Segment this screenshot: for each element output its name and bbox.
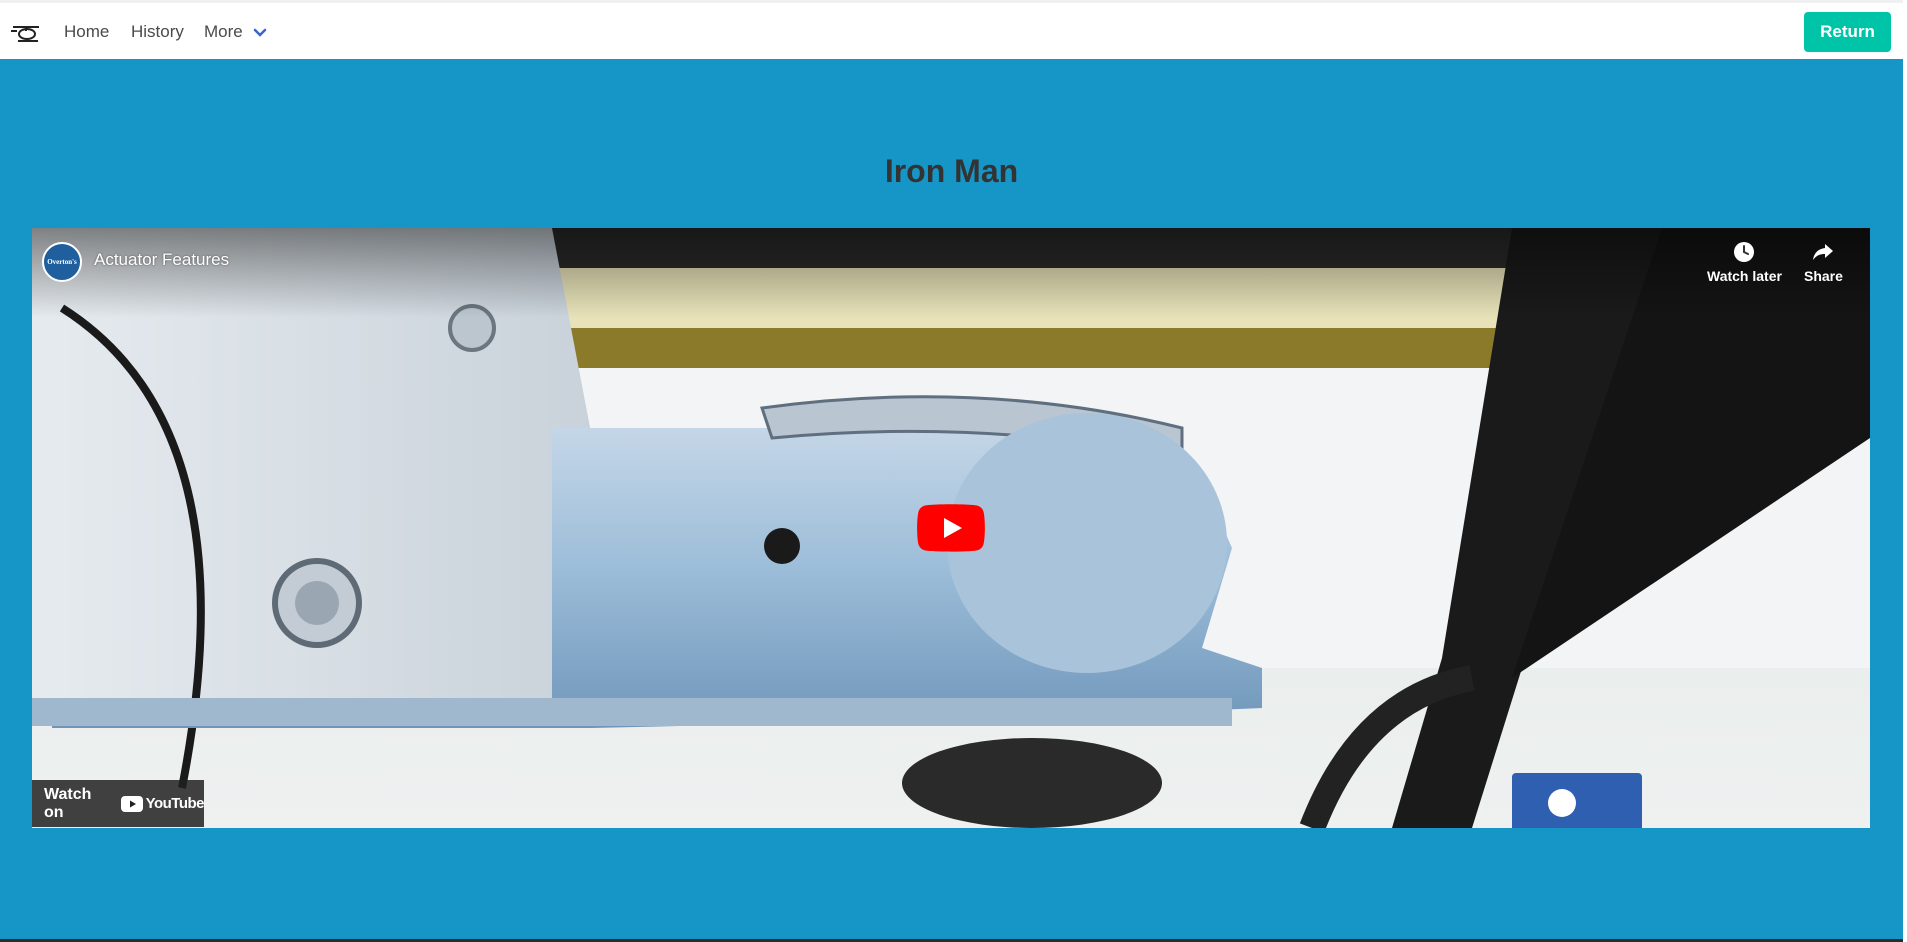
top-gradient-overlay [32,228,1870,318]
clock-icon [1734,242,1755,262]
watch-on-youtube-button[interactable]: Watch on YouTube [32,780,205,827]
nav-home-link[interactable]: Home [64,22,109,42]
watch-on-label: Watch on [44,785,92,821]
page-title: Iron Man [884,153,1019,189]
watch-later-label: Watch later [1707,268,1782,284]
helicopter-logo-icon[interactable] [11,21,41,43]
nav-more-dropdown[interactable]: More [204,22,267,42]
nav-more-label: More [204,22,243,41]
nav-history-link[interactable]: History [131,22,184,42]
return-button[interactable]: Return [1804,12,1891,52]
youtube-embed-player[interactable]: Overton's Actuator Features Watch later … [32,228,1870,828]
main-content: Iron Man Overton's Actuator Features Wat… [0,59,1903,939]
share-arrow-icon [1813,244,1834,260]
youtube-logo: YouTube [120,795,205,812]
youtube-play-icon [120,795,143,812]
top-navbar: Home History More Return [0,0,1903,59]
youtube-wordmark: YouTube [145,795,205,812]
share-label: Share [1804,268,1843,284]
channel-avatar[interactable]: Overton's [42,242,82,282]
right-edge [1903,0,1907,942]
chevron-down-icon [253,28,266,37]
share-button[interactable]: Share [1804,240,1843,284]
video-title-link[interactable]: Actuator Features [94,250,229,270]
play-button-icon[interactable] [917,504,985,552]
watch-later-button[interactable]: Watch later [1707,240,1782,284]
